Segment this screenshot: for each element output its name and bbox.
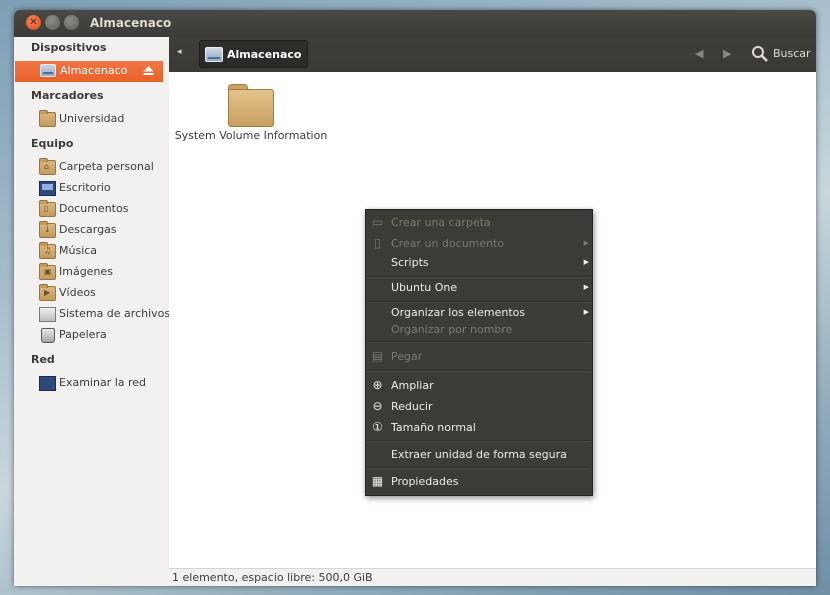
videos-folder-icon: ▶	[39, 284, 56, 301]
menu-item-label: Ampliar	[391, 379, 434, 392]
zoom-out-icon: ⊖	[372, 399, 383, 413]
menu-item-paste[interactable]: ▤ Pegar	[366, 347, 592, 367]
paste-icon: ▤	[371, 349, 384, 363]
sidebar-section-computer: Equipo	[31, 137, 74, 150]
music-folder-icon: ♫	[39, 242, 56, 259]
menu-item-normal-size[interactable]: ① Tamaño normal	[366, 418, 592, 438]
menu-separator	[367, 370, 591, 372]
sidebar-item-downloads[interactable]: ↓ Descargas	[14, 220, 164, 241]
trash-icon	[41, 328, 55, 343]
sidebar-item-desktop[interactable]: Escritorio	[14, 178, 164, 199]
submenu-arrow-icon: ▶	[583, 308, 589, 316]
menu-item-label: Crear una carpeta	[391, 216, 491, 229]
menu-item-ubuntu-one[interactable]: Ubuntu One ▶	[366, 278, 592, 298]
sidebar-item-almacenaco[interactable]: Almacenaco	[15, 61, 163, 82]
menu-separator	[367, 341, 591, 343]
file-item-label[interactable]: System Volume Information	[169, 129, 333, 142]
sidebar-item-label: Escritorio	[59, 181, 111, 194]
sidebar-section-devices: Dispositivos	[31, 41, 107, 54]
search-button[interactable]: Buscar	[773, 47, 811, 60]
menu-item-scripts[interactable]: Scripts ▶	[366, 253, 592, 273]
menu-item-zoom-out[interactable]: ⊖ Reducir	[366, 397, 592, 417]
sidebar-item-browse-network[interactable]: Examinar la red	[14, 373, 164, 394]
submenu-arrow-icon: ▶	[583, 258, 589, 266]
sidebar-item-label: Papelera	[59, 328, 107, 341]
maximize-window-button[interactable]	[64, 15, 79, 30]
new-document-icon: ▯	[374, 236, 381, 250]
pictures-folder-icon: ▣	[39, 263, 56, 280]
back-arrow-icon[interactable]: ◀	[695, 47, 703, 60]
folder-icon[interactable]	[228, 84, 274, 127]
sidebar-section-network: Red	[31, 353, 55, 366]
forward-arrow-icon[interactable]: ▶	[723, 47, 731, 60]
sidebar-item-label: Vídeos	[59, 286, 96, 299]
submenu-arrow-icon: ▶	[583, 283, 589, 291]
toolbar: ◂ Almacenaco ◀ ▶ Buscar	[169, 37, 816, 73]
sidebar-item-label: Música	[59, 244, 98, 257]
sidebar-item-label: Carpeta personal	[59, 160, 154, 173]
menu-item-properties[interactable]: ▦ Propiedades	[366, 472, 592, 492]
menu-item-safely-remove[interactable]: Extraer unidad de forma segura	[366, 445, 592, 465]
menu-item-label: Propiedades	[391, 475, 459, 488]
menu-separator	[367, 440, 591, 442]
sidebar: Dispositivos Almacenaco Marcadores Unive…	[14, 37, 170, 586]
folder-icon	[39, 110, 56, 127]
sidebar-item-universidad[interactable]: Universidad	[14, 109, 164, 130]
menu-item-create-document[interactable]: ▯ Crear un documento ▶	[366, 234, 592, 254]
downloads-folder-icon: ↓	[39, 221, 56, 238]
menu-item-label: Extraer unidad de forma segura	[391, 448, 567, 461]
sidebar-item-music[interactable]: ♫ Música	[14, 241, 164, 262]
menu-separator	[367, 467, 591, 469]
filesystem-icon	[39, 307, 56, 322]
path-button-almacenaco[interactable]: Almacenaco	[199, 40, 309, 68]
menu-item-label: Crear un documento	[391, 237, 505, 250]
status-text: 1 elemento, espacio libre: 500,0 GiB	[172, 571, 373, 584]
sidebar-item-label: Examinar la red	[59, 376, 147, 389]
sidebar-item-videos[interactable]: ▶ Vídeos	[14, 283, 164, 304]
network-icon	[39, 376, 56, 391]
menu-item-label: Pegar	[391, 350, 423, 363]
menu-item-label: Reducir	[391, 400, 433, 413]
menu-item-label: Tamaño normal	[391, 421, 476, 434]
sidebar-item-trash[interactable]: Papelera	[14, 325, 164, 346]
eject-icon[interactable]	[143, 65, 154, 76]
menu-item-label: Ubuntu One	[391, 281, 458, 294]
search-icon[interactable]	[751, 45, 769, 63]
sidebar-item-filesystem[interactable]: Sistema de archivos	[14, 304, 170, 325]
drive-icon	[40, 64, 56, 77]
zoom-in-icon: ⊕	[372, 378, 383, 392]
menu-item-zoom-in[interactable]: ⊕ Ampliar	[366, 376, 592, 396]
sidebar-item-home[interactable]: ⌂ Carpeta personal	[14, 157, 164, 178]
context-menu: ▭ Crear una carpeta ▯ Crear un documento…	[365, 209, 593, 496]
menu-item-label: Organizar por nombre	[391, 323, 513, 336]
desktop-icon	[39, 181, 56, 196]
drive-icon	[205, 46, 223, 62]
titlebar[interactable]: ✕ Almacenaco	[14, 10, 816, 37]
submenu-arrow-icon: ▶	[583, 239, 589, 247]
sidebar-item-label: Universidad	[59, 112, 125, 125]
sidebar-item-label: Descargas	[59, 223, 117, 236]
menu-item-label: Organizar los elementos	[391, 306, 526, 319]
sidebar-item-label: Documentos	[59, 202, 129, 215]
zoom-normal-icon: ①	[372, 420, 383, 434]
sidebar-item-label: Almacenaco	[60, 64, 128, 77]
sidebar-item-label: Imágenes	[59, 265, 113, 278]
new-folder-icon: ▭	[371, 215, 384, 229]
menu-item-label: Scripts	[391, 256, 429, 269]
statusbar: 1 elemento, espacio libre: 500,0 GiB	[169, 568, 816, 586]
minimize-window-button[interactable]	[45, 15, 60, 30]
sidebar-section-bookmarks: Marcadores	[31, 89, 104, 102]
sidebar-item-label: Sistema de archivos	[59, 307, 171, 320]
documents-folder-icon: ▯	[39, 200, 56, 217]
menu-item-create-folder[interactable]: ▭ Crear una carpeta	[366, 213, 592, 233]
home-folder-icon: ⌂	[39, 158, 56, 175]
window-title: Almacenaco	[90, 16, 172, 30]
sidebar-item-pictures[interactable]: ▣ Imágenes	[14, 262, 164, 283]
properties-icon: ▦	[371, 474, 384, 488]
sidebar-item-documents[interactable]: ▯ Documentos	[14, 199, 164, 220]
menu-item-arrange-by-name[interactable]: Organizar por nombre	[366, 320, 592, 340]
close-window-button[interactable]: ✕	[26, 15, 41, 30]
path-button-label: Almacenaco	[227, 47, 302, 61]
path-back-icon[interactable]: ◂	[177, 47, 182, 57]
